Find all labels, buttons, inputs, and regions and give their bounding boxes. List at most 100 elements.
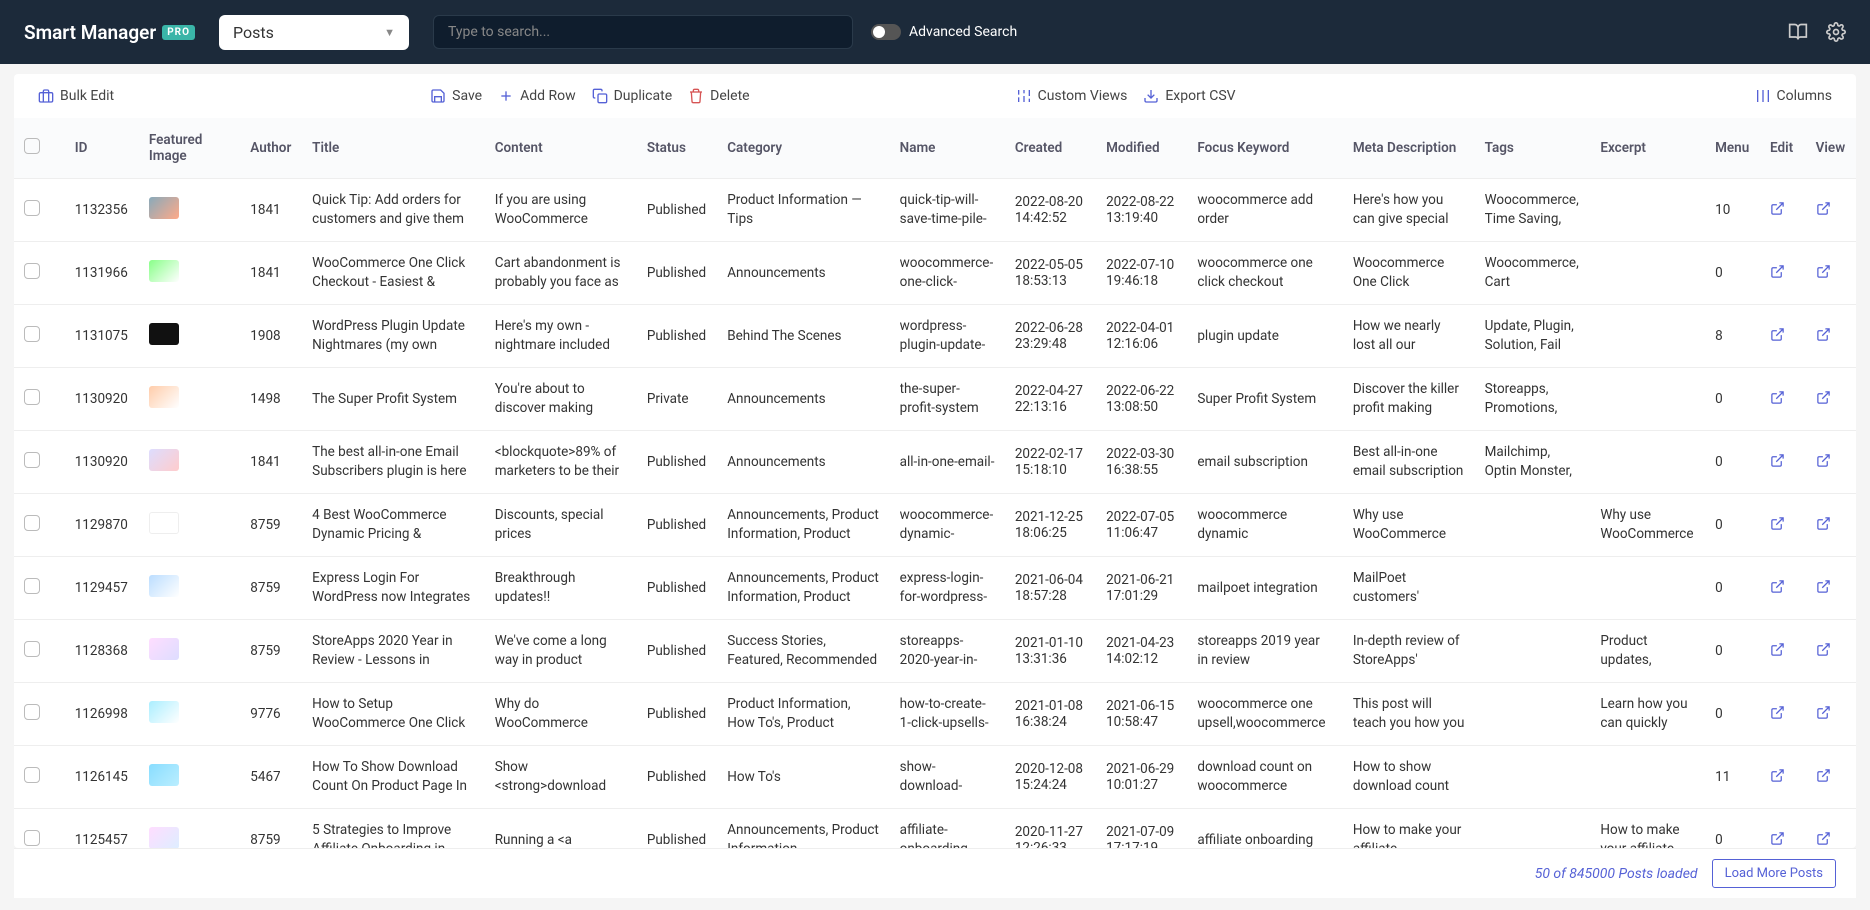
cell-content[interactable]: Cart abandonment is probably you face as… [495, 254, 627, 292]
table-row[interactable]: 11294578759Express Login For WordPress n… [14, 557, 1856, 620]
view-link-icon[interactable] [1816, 456, 1831, 472]
view-link-icon[interactable] [1816, 582, 1831, 598]
edit-link-icon[interactable] [1770, 204, 1785, 220]
cell-content[interactable]: If you are using WooCommerce handy solut… [495, 191, 627, 229]
edit-link-icon[interactable] [1770, 834, 1785, 849]
column-header[interactable]: Modified [1096, 118, 1187, 179]
edit-link-icon[interactable] [1770, 519, 1785, 535]
export-button[interactable]: Export CSV [1135, 84, 1243, 108]
cell-title[interactable]: WooCommerce One Click Checkout - Easiest… [312, 254, 475, 292]
select-all-checkbox[interactable] [24, 138, 40, 154]
column-header[interactable]: Focus Keyword [1187, 118, 1342, 179]
table-row[interactable]: 112545787595 Strategies to Improve Affil… [14, 809, 1856, 849]
delete-button[interactable]: Delete [680, 84, 757, 108]
table-row[interactable]: 11319661841WooCommerce One Click Checkou… [14, 242, 1856, 305]
cell-content[interactable]: Running a <a [495, 831, 627, 849]
view-link-icon[interactable] [1816, 771, 1831, 787]
cell-title[interactable]: The Super Profit System [312, 390, 475, 409]
row-checkbox[interactable] [24, 578, 40, 594]
view-link-icon[interactable] [1816, 267, 1831, 283]
table-row[interactable]: 112987087594 Best WooCommerce Dynamic Pr… [14, 494, 1856, 557]
cell-title[interactable]: How to Setup WooCommerce One Click Upsel… [312, 695, 475, 733]
column-header[interactable]: Content [485, 118, 637, 179]
cell-title[interactable]: 4 Best WooCommerce Dynamic Pricing & Dis… [312, 506, 475, 544]
table-row[interactable]: 11323561841Quick Tip: Add orders for cus… [14, 179, 1856, 242]
column-header[interactable]: Created [1005, 118, 1096, 179]
column-header[interactable]: Category [717, 118, 889, 179]
cell-title[interactable]: StoreApps 2020 Year in Review - Lessons … [312, 632, 475, 670]
cell-content[interactable]: We've come a long way in product improve… [495, 632, 627, 670]
view-link-icon[interactable] [1816, 645, 1831, 661]
cell-content[interactable]: Show <strong>download Page</strong> of y… [495, 758, 627, 796]
view-link-icon[interactable] [1816, 519, 1831, 535]
column-header[interactable]: Featured Image [139, 118, 240, 179]
table-row[interactable]: 11309201841The best all-in-one Email Sub… [14, 431, 1856, 494]
edit-link-icon[interactable] [1770, 771, 1785, 787]
view-link-icon[interactable] [1816, 330, 1831, 346]
edit-link-icon[interactable] [1770, 456, 1785, 472]
row-checkbox[interactable] [24, 452, 40, 468]
column-header[interactable]: Status [637, 118, 717, 179]
row-checkbox[interactable] [24, 515, 40, 531]
edit-link-icon[interactable] [1770, 708, 1785, 724]
custom-views-button[interactable]: Custom Views [1008, 84, 1136, 108]
search-input[interactable] [433, 15, 853, 49]
cell-content[interactable]: Here's my own - nightmare included some … [495, 317, 627, 355]
table-row[interactable]: 11310751908WordPress Plugin Update Night… [14, 305, 1856, 368]
column-header[interactable]: Author [240, 118, 302, 179]
view-link-icon[interactable] [1816, 393, 1831, 409]
table-row[interactable]: 11261455467How To Show Download Count On… [14, 746, 1856, 809]
view-link-icon[interactable] [1816, 708, 1831, 724]
duplicate-button[interactable]: Duplicate [584, 84, 681, 108]
cell-title[interactable]: Express Login For WordPress now Integrat… [312, 569, 475, 607]
advanced-search-toggle[interactable]: Advanced Search [871, 24, 1017, 40]
table-row[interactable]: 11269989776How to Setup WooCommerce One … [14, 683, 1856, 746]
column-header[interactable]: Tags [1475, 118, 1591, 179]
row-checkbox[interactable] [24, 704, 40, 720]
cell-title[interactable]: WordPress Plugin Update Nightmares (my o… [312, 317, 475, 355]
column-header[interactable]: ID [65, 118, 139, 179]
row-checkbox[interactable] [24, 326, 40, 342]
row-checkbox[interactable] [24, 641, 40, 657]
cell-title[interactable]: The best all-in-one Email Subscribers pl… [312, 443, 475, 481]
column-header[interactable]: Excerpt [1590, 118, 1705, 179]
column-header[interactable]: Meta Description [1343, 118, 1475, 179]
save-button[interactable]: Save [422, 84, 490, 108]
column-header[interactable]: Menu [1705, 118, 1760, 179]
table-row[interactable]: 11283688759StoreApps 2020 Year in Review… [14, 620, 1856, 683]
columns-button[interactable]: Columns [1747, 84, 1840, 108]
cell-content[interactable]: Why do WooCommerce upsells BOGO and othe… [495, 695, 627, 733]
cell-title[interactable]: Quick Tip: Add orders for customers and … [312, 191, 475, 229]
edit-link-icon[interactable] [1770, 645, 1785, 661]
row-checkbox[interactable] [24, 830, 40, 846]
column-header[interactable]: View [1806, 118, 1856, 179]
cell-title[interactable]: 5 Strategies to Improve Affiliate Onboar… [312, 821, 475, 848]
column-header[interactable]: Title [302, 118, 485, 179]
load-more-button[interactable]: Load More Posts [1712, 859, 1836, 888]
view-link-icon[interactable] [1816, 834, 1831, 849]
gear-icon[interactable] [1826, 22, 1846, 42]
cell-content[interactable]: <blockquote>89% of marketers to be their… [495, 443, 627, 481]
toggle-icon[interactable] [871, 24, 901, 40]
cell-title[interactable]: How To Show Download Count On Product Pa… [312, 758, 475, 796]
book-icon[interactable] [1788, 22, 1808, 42]
grid-wrapper[interactable]: IDFeatured ImageAuthorTitleContentStatus… [14, 118, 1856, 848]
table-row[interactable]: 11309201498The Super Profit SystemYou're… [14, 368, 1856, 431]
cell-content[interactable]: Discounts, special prices products...pro… [495, 506, 627, 544]
row-checkbox[interactable] [24, 389, 40, 405]
edit-link-icon[interactable] [1770, 267, 1785, 283]
row-checkbox[interactable] [24, 767, 40, 783]
add-row-button[interactable]: Add Row [490, 84, 584, 108]
row-checkbox[interactable] [24, 200, 40, 216]
column-header[interactable]: Name [890, 118, 1005, 179]
cell-content[interactable]: Breakthrough updates!! [495, 569, 627, 607]
edit-link-icon[interactable] [1770, 582, 1785, 598]
row-checkbox[interactable] [24, 263, 40, 279]
bulk-edit-button[interactable]: Bulk Edit [30, 84, 122, 108]
view-link-icon[interactable] [1816, 204, 1831, 220]
cell-content[interactable]: You're about to discover making tactic u… [495, 380, 627, 418]
dashboard-selector[interactable]: Posts ▼ [219, 15, 409, 50]
column-header[interactable]: Edit [1760, 118, 1806, 179]
edit-link-icon[interactable] [1770, 393, 1785, 409]
edit-link-icon[interactable] [1770, 330, 1785, 346]
